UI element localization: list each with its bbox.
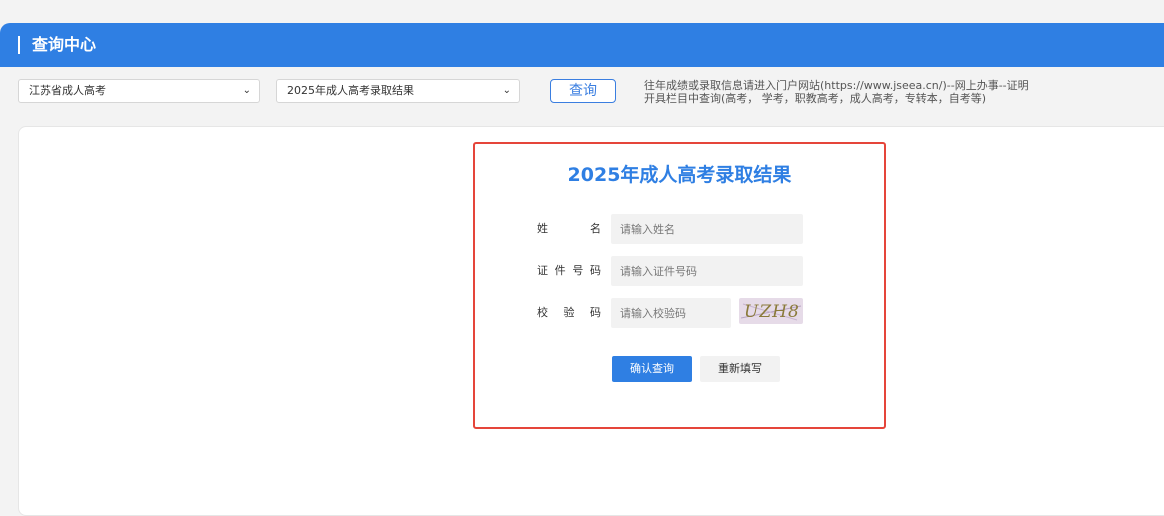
confirm-query-button[interactable]: 确认查询 <box>612 356 692 382</box>
id-number-label: 证 件 号 码 <box>537 264 601 278</box>
notice-text: 往年成绩或录取信息请进入门户网站(https://www.jseea.cn/)-… <box>644 79 1159 105</box>
id-label-char: 证 <box>537 264 548 277</box>
page-title: 查询中心 <box>32 35 97 54</box>
header-accent-bar <box>18 36 20 54</box>
name-label-char: 名 <box>590 222 601 235</box>
notice-line-1: 往年成绩或录取信息请进入门户网站(https://www.jseea.cn/)-… <box>644 79 1029 92</box>
query-button[interactable]: 查询 <box>550 79 616 103</box>
verify-code-input[interactable] <box>611 298 731 328</box>
chevron-down-icon: ⌄ <box>242 85 251 96</box>
id-label-char: 码 <box>589 264 601 277</box>
verify-code-label: 校 验 码 <box>537 306 601 320</box>
header-bar: 查询中心 <box>0 23 1164 67</box>
captcha-graphic: UZH8 <box>740 302 802 322</box>
chevron-down-icon: ⌄ <box>502 85 511 96</box>
id-label-char: 件 <box>554 264 566 277</box>
verify-label-char: 码 <box>590 306 601 319</box>
captcha-text: UZH8 <box>744 302 800 322</box>
region-select-value: 江苏省成人高考 <box>29 84 106 97</box>
notice-line-2: 开具栏目中查询(高考， 学考，职教高考，成人高考，专转本，自考等) <box>644 92 987 105</box>
name-input[interactable] <box>611 214 803 244</box>
reset-button[interactable]: 重新填写 <box>700 356 780 382</box>
query-form: 2025年成人高考录取结果 姓 名 证 件 号 码 校 验 码 UZH8 确认查… <box>473 142 886 429</box>
name-label: 姓 名 <box>537 222 601 236</box>
name-label-char: 姓 <box>537 222 548 235</box>
id-number-input[interactable] <box>611 256 803 286</box>
captcha-image[interactable]: UZH8 <box>739 298 803 324</box>
exam-select-value: 2025年成人高考录取结果 <box>287 84 414 97</box>
region-select[interactable]: 江苏省成人高考 ⌄ <box>18 79 260 103</box>
exam-select[interactable]: 2025年成人高考录取结果 ⌄ <box>276 79 520 103</box>
form-title: 2025年成人高考录取结果 <box>567 164 792 186</box>
id-label-char: 号 <box>572 264 584 277</box>
verify-label-char: 校 <box>537 306 548 319</box>
verify-label-char: 验 <box>563 306 575 319</box>
